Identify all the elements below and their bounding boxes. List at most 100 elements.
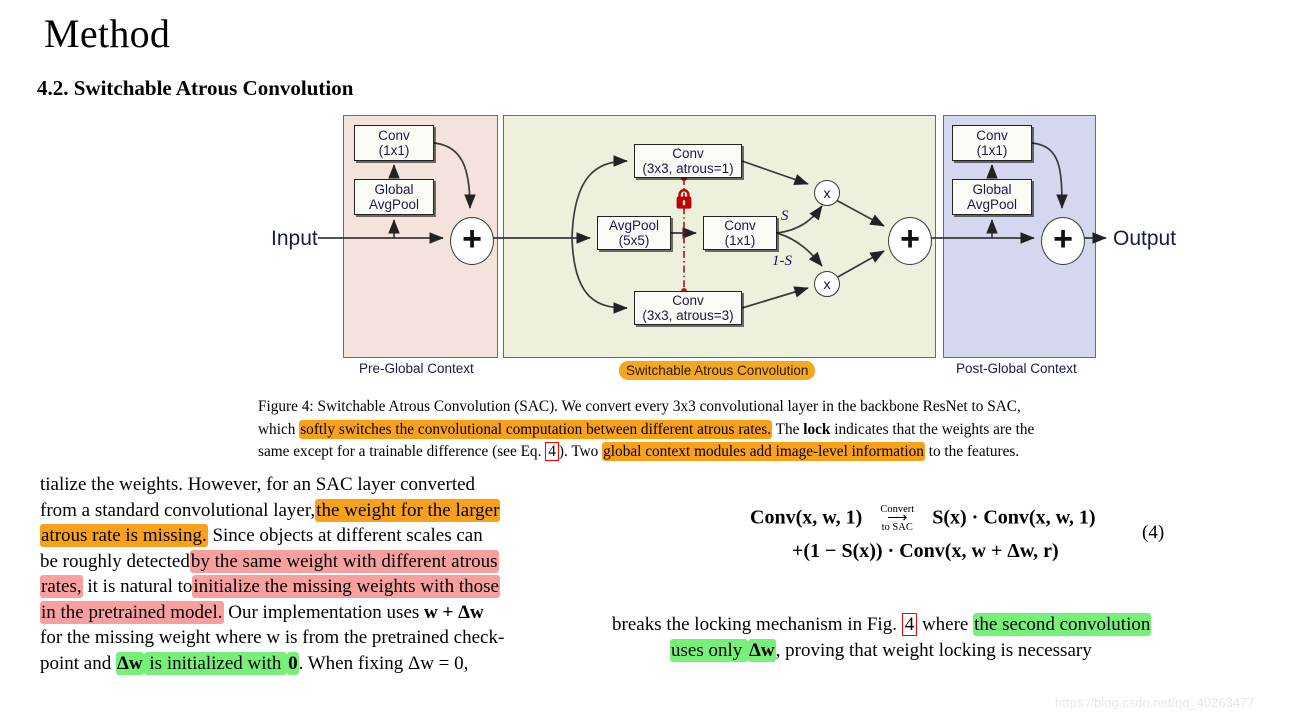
- caption-seg: which: [258, 420, 300, 438]
- label-minus-s: -S: [779, 253, 793, 269]
- box-line-2: AvgPool: [368, 197, 420, 212]
- caption-pre-global-context: Pre-Global Context: [359, 361, 474, 376]
- caption-seg: ). Two: [558, 443, 603, 460]
- box-line-2: (3x3, atrous=3): [642, 308, 734, 323]
- box-sac-conv-atrous3: Conv (3x3, atrous=3): [634, 291, 742, 325]
- label-output: Output: [1113, 227, 1177, 250]
- highlight-pink: rates,: [40, 575, 83, 598]
- body-line: be roughly detectedby the same weight wi…: [40, 549, 610, 575]
- caption-seg: indicates that the weights are the: [830, 420, 1035, 438]
- body-seg: breaks the locking mechanism in Fig.: [612, 614, 902, 635]
- body-column-left: tialize the weights. However, for an SAC…: [40, 472, 610, 676]
- box-line-1: Global: [374, 182, 414, 197]
- equation-reference-4[interactable]: 4: [545, 442, 559, 461]
- equation-rhs: S(x) · Conv(x, w, 1): [932, 506, 1096, 529]
- caption-highlight-orange: global context modules add image-level i…: [602, 442, 925, 461]
- arrow-glyph-icon: ⟶: [887, 511, 908, 526]
- highlight-pink: in the pretrained model.: [40, 600, 224, 624]
- operator-add-sac: +: [888, 217, 932, 265]
- body-seg: Since objects at different scales can: [207, 525, 483, 546]
- figure-sac-diagram: Conv (1x1) Global AvgPool Conv (3x3, atr…: [0, 108, 1304, 380]
- caption-line-2: which softly switches the convolutional …: [258, 419, 1208, 442]
- highlight-green: the second convolution: [973, 613, 1152, 636]
- watermark: https://blog.csdn.net/qq_40263477: [1055, 695, 1255, 710]
- body-line: in the pretrained model. Our implementat…: [40, 600, 610, 626]
- body-seg: from a standard convolutional layer,: [40, 499, 316, 521]
- math-w-plus-delta-w: w + Δw: [424, 601, 484, 623]
- box-post-global-conv: Conv (1x1): [952, 125, 1032, 161]
- highlight-pink: initialize the missing weights with thos…: [192, 575, 500, 598]
- body-seg: be roughly detected: [40, 550, 190, 572]
- label-switch-one-minus-s: 1-S: [772, 253, 792, 270]
- body-seg: . When fixing Δw = 0,: [298, 652, 469, 674]
- highlight-green-delta-w: Δw: [116, 651, 144, 675]
- body-seg: , proving that weight locking is necessa…: [775, 639, 1092, 661]
- caption-seg: same except for a trainable difference (…: [258, 443, 546, 460]
- figure-caption: Figure 4: Switchable Atrous Convolution …: [258, 396, 1208, 464]
- operator-add-post: +: [1041, 217, 1085, 265]
- highlight-green: is initialized with: [143, 651, 288, 675]
- body-line: rates, it is natural toinitialize the mi…: [40, 574, 610, 600]
- label-input: Input: [271, 227, 318, 250]
- body-line: from a standard convolutional layer,the …: [40, 498, 610, 524]
- label-switch-s: S: [781, 208, 789, 224]
- caption-seg: to the features.: [924, 443, 1020, 460]
- equation-4: Conv(x, w, 1) Convert ⟶ to SAC S(x) · Conv(x…: [612, 496, 1292, 576]
- label-one: 1: [772, 253, 780, 269]
- box-sac-conv-1x1: Conv (1x1): [703, 216, 777, 250]
- page-title: Method: [44, 11, 171, 56]
- box-line-1: Conv: [672, 146, 704, 161]
- body-seg: point and: [40, 652, 116, 674]
- box-line-2: (5x5): [618, 233, 650, 248]
- box-line-1: AvgPool: [608, 218, 660, 233]
- caption-bold-lock: lock: [803, 420, 831, 438]
- box-line-1: Conv: [724, 218, 756, 233]
- operator-multiply-bottom: x: [814, 271, 840, 297]
- box-line-1: Conv: [672, 293, 704, 308]
- highlight-pink: by the same weight with different atrous: [189, 549, 499, 573]
- lock-icon: [676, 189, 692, 209]
- highlight-green-delta-w: Δw: [748, 638, 776, 662]
- box-line-1: Conv: [976, 128, 1008, 143]
- body-seg: Our implementation uses: [223, 601, 425, 623]
- box-line-2: AvgPool: [966, 197, 1018, 212]
- box-line-1: Conv: [378, 128, 410, 143]
- box-line-2: (1x1): [724, 233, 756, 248]
- body-seg: where: [917, 614, 974, 635]
- arrow-label-bottom: to SAC: [881, 522, 913, 533]
- figure-reference-4[interactable]: 4: [901, 613, 918, 636]
- box-line-2: (1x1): [976, 143, 1008, 158]
- highlight-orange: the weight for the larger: [315, 498, 501, 522]
- body-line: for the missing weight where w is from t…: [40, 627, 505, 648]
- box-post-global-avgpool: Global AvgPool: [952, 179, 1032, 215]
- convert-arrow: Convert ⟶ to SAC: [866, 504, 928, 534]
- box-line-1: Global: [972, 182, 1012, 197]
- section-heading: 4.2. Switchable Atrous Convolution: [37, 76, 354, 100]
- caption-seg: The: [772, 420, 804, 438]
- box-line-2: (3x3, atrous=1): [642, 161, 734, 176]
- highlight-green-zero: 0: [287, 651, 299, 675]
- caption-switchable-atrous-convolution: Switchable Atrous Convolution: [619, 361, 816, 380]
- paper-page: Method 4.2. Switchable Atrous Convolutio…: [0, 0, 1304, 724]
- equation-line-1: Conv(x, w, 1) Convert ⟶ to SAC S(x) · Conv(x…: [750, 504, 1096, 534]
- caption-highlight-orange: softly switches the convolutional comput…: [299, 419, 773, 439]
- operator-add-pre: +: [450, 217, 494, 265]
- equation-number: (4): [1142, 522, 1165, 543]
- operator-multiply-top: x: [814, 180, 840, 206]
- box-sac-avgpool: AvgPool (5x5): [597, 216, 671, 250]
- caption-line-3: same except for a trainable difference (…: [258, 441, 1208, 464]
- box-pre-global-conv: Conv (1x1): [354, 125, 434, 161]
- box-pre-global-avgpool: Global AvgPool: [354, 179, 434, 215]
- box-line-2: (1x1): [378, 143, 410, 158]
- highlight-green: uses only: [670, 638, 748, 662]
- body-line: point and Δw is initialized with 0. When…: [40, 651, 610, 677]
- box-sac-conv-atrous1: Conv (3x3, atrous=1): [634, 144, 742, 178]
- equation-lhs: Conv(x, w, 1): [750, 506, 863, 529]
- body-line: breaks the locking mechanism in Fig. 4 w…: [612, 612, 1292, 638]
- body-line: tialize the weights. However, for an SAC…: [40, 474, 476, 495]
- highlight-orange: atrous rate is missing.: [40, 524, 208, 547]
- equation-line-2: +(1 − S(x)) · Conv(x, w + Δw, r): [792, 540, 1059, 562]
- body-line: uses only Δw, proving that weight lockin…: [612, 638, 1292, 664]
- body-line: atrous rate is missing. Since objects at…: [40, 523, 610, 549]
- body-seg: it is natural to: [82, 576, 193, 597]
